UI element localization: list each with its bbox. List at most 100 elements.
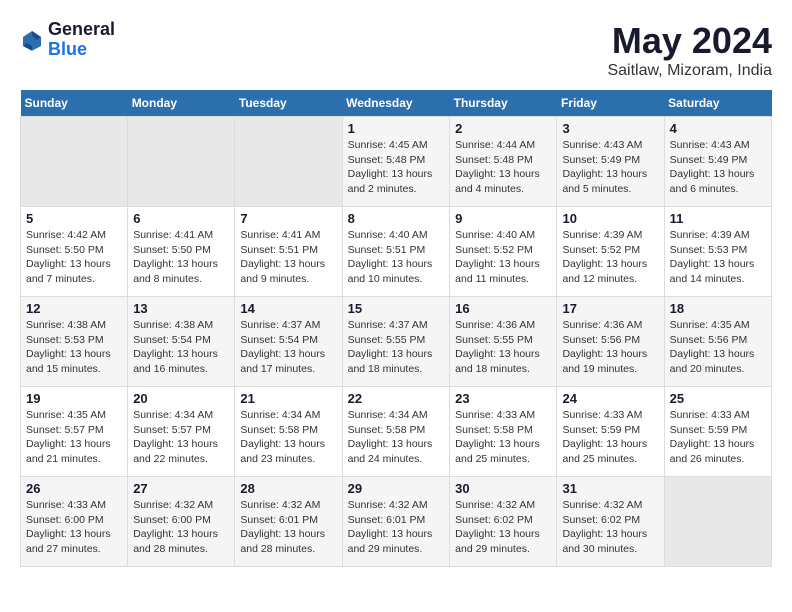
day-info: Sunrise: 4:36 AM Sunset: 5:56 PM Dayligh…: [562, 318, 658, 377]
day-info: Sunrise: 4:33 AM Sunset: 5:59 PM Dayligh…: [670, 408, 766, 467]
day-number: 1: [348, 121, 445, 136]
day-number: 11: [670, 211, 766, 226]
calendar-cell: 18 Sunrise: 4:35 AM Sunset: 5:56 PM Dayli…: [664, 297, 771, 387]
day-number: 23: [455, 391, 551, 406]
day-info: Sunrise: 4:34 AM Sunset: 5:57 PM Dayligh…: [133, 408, 229, 467]
calendar-cell: 30Sunrise: 4:32 AM Sunset: 6:02 PM Dayli…: [450, 477, 557, 567]
day-number: 10: [562, 211, 658, 226]
day-number: 27: [133, 481, 229, 496]
day-number: 19: [26, 391, 122, 406]
logo-icon: [20, 28, 44, 52]
day-number: 7: [240, 211, 336, 226]
calendar-cell: 14 Sunrise: 4:37 AM Sunset: 5:54 PM Dayli…: [235, 297, 342, 387]
calendar-cell: 17 Sunrise: 4:36 AM Sunset: 5:56 PM Dayli…: [557, 297, 664, 387]
calendar-cell: 19 Sunrise: 4:35 AM Sunset: 5:57 PM Dayli…: [21, 387, 128, 477]
weekday-header-thursday: Thursday: [450, 90, 557, 117]
page-header: General Blue May 2024 Saitlaw, Mizoram, …: [20, 20, 772, 80]
calendar-cell: 26 Sunrise: 4:33 AM Sunset: 6:00 PM Dayli…: [21, 477, 128, 567]
day-number: 24: [562, 391, 658, 406]
day-info: Sunrise: 4:35 AM Sunset: 5:57 PM Dayligh…: [26, 408, 122, 467]
calendar-cell: 24 Sunrise: 4:33 AM Sunset: 5:59 PM Dayli…: [557, 387, 664, 477]
calendar-cell: [128, 117, 235, 207]
day-info: Sunrise: 4:33 AM Sunset: 6:00 PM Dayligh…: [26, 498, 122, 557]
calendar-cell: 7 Sunrise: 4:41 AM Sunset: 5:51 PM Daylig…: [235, 207, 342, 297]
day-info: Sunrise: 4:44 AM Sunset: 5:48 PM Dayligh…: [455, 138, 551, 197]
calendar-cell: 6Sunrise: 4:41 AM Sunset: 5:50 PM Daylig…: [128, 207, 235, 297]
day-info: Sunrise: 4:36 AM Sunset: 5:55 PM Dayligh…: [455, 318, 551, 377]
day-number: 5: [26, 211, 122, 226]
weekday-header-wednesday: Wednesday: [342, 90, 450, 117]
day-info: Sunrise: 4:32 AM Sunset: 6:01 PM Dayligh…: [348, 498, 445, 557]
location: Saitlaw, Mizoram, India: [607, 62, 772, 80]
calendar-cell: 15 Sunrise: 4:37 AM Sunset: 5:55 PM Dayli…: [342, 297, 450, 387]
calendar-cell: 3Sunrise: 4:43 AM Sunset: 5:49 PM Daylig…: [557, 117, 664, 207]
day-number: 16: [455, 301, 551, 316]
calendar-cell: 20Sunrise: 4:34 AM Sunset: 5:57 PM Dayli…: [128, 387, 235, 477]
day-info: Sunrise: 4:37 AM Sunset: 5:55 PM Dayligh…: [348, 318, 445, 377]
day-number: 9: [455, 211, 551, 226]
day-number: 13: [133, 301, 229, 316]
calendar-cell: 22 Sunrise: 4:34 AM Sunset: 5:58 PM Dayli…: [342, 387, 450, 477]
day-number: 18: [670, 301, 766, 316]
calendar-cell: 27Sunrise: 4:32 AM Sunset: 6:00 PM Dayli…: [128, 477, 235, 567]
day-number: 29: [348, 481, 445, 496]
day-number: 4: [670, 121, 766, 136]
day-info: Sunrise: 4:34 AM Sunset: 5:58 PM Dayligh…: [240, 408, 336, 467]
calendar-cell: 29 Sunrise: 4:32 AM Sunset: 6:01 PM Dayli…: [342, 477, 450, 567]
day-info: Sunrise: 4:32 AM Sunset: 6:02 PM Dayligh…: [562, 498, 658, 557]
calendar-cell: 23 Sunrise: 4:33 AM Sunset: 5:58 PM Dayli…: [450, 387, 557, 477]
calendar-table: SundayMondayTuesdayWednesdayThursdayFrid…: [20, 90, 772, 567]
day-number: 15: [348, 301, 445, 316]
day-info: Sunrise: 4:37 AM Sunset: 5:54 PM Dayligh…: [240, 318, 336, 377]
day-info: Sunrise: 4:39 AM Sunset: 5:53 PM Dayligh…: [670, 228, 766, 287]
day-number: 22: [348, 391, 445, 406]
calendar-cell: [235, 117, 342, 207]
calendar-header: SundayMondayTuesdayWednesdayThursdayFrid…: [21, 90, 772, 117]
day-info: Sunrise: 4:41 AM Sunset: 5:50 PM Dayligh…: [133, 228, 229, 287]
day-info: Sunrise: 4:34 AM Sunset: 5:58 PM Dayligh…: [348, 408, 445, 467]
day-info: Sunrise: 4:42 AM Sunset: 5:50 PM Dayligh…: [26, 228, 122, 287]
day-info: Sunrise: 4:43 AM Sunset: 5:49 PM Dayligh…: [670, 138, 766, 197]
week-row-3: 12Sunrise: 4:38 AM Sunset: 5:53 PM Dayli…: [21, 297, 772, 387]
calendar-cell: 4 Sunrise: 4:43 AM Sunset: 5:49 PM Daylig…: [664, 117, 771, 207]
day-number: 12: [26, 301, 122, 316]
calendar-cell: 9Sunrise: 4:40 AM Sunset: 5:52 PM Daylig…: [450, 207, 557, 297]
calendar-cell: [664, 477, 771, 567]
day-number: 28: [240, 481, 336, 496]
weekday-header-sunday: Sunday: [21, 90, 128, 117]
day-info: Sunrise: 4:45 AM Sunset: 5:48 PM Dayligh…: [348, 138, 445, 197]
week-row-1: 1 Sunrise: 4:45 AM Sunset: 5:48 PM Daylig…: [21, 117, 772, 207]
day-number: 14: [240, 301, 336, 316]
logo-text: General Blue: [48, 20, 115, 60]
day-info: Sunrise: 4:32 AM Sunset: 6:01 PM Dayligh…: [240, 498, 336, 557]
day-info: Sunrise: 4:38 AM Sunset: 5:54 PM Dayligh…: [133, 318, 229, 377]
day-number: 26: [26, 481, 122, 496]
day-info: Sunrise: 4:35 AM Sunset: 5:56 PM Dayligh…: [670, 318, 766, 377]
calendar-cell: 11 Sunrise: 4:39 AM Sunset: 5:53 PM Dayli…: [664, 207, 771, 297]
month-year: May 2024: [607, 20, 772, 62]
week-row-4: 19 Sunrise: 4:35 AM Sunset: 5:57 PM Dayli…: [21, 387, 772, 477]
weekday-header-saturday: Saturday: [664, 90, 771, 117]
day-info: Sunrise: 4:39 AM Sunset: 5:52 PM Dayligh…: [562, 228, 658, 287]
week-row-2: 5 Sunrise: 4:42 AM Sunset: 5:50 PM Daylig…: [21, 207, 772, 297]
weekday-header-tuesday: Tuesday: [235, 90, 342, 117]
day-info: Sunrise: 4:33 AM Sunset: 5:58 PM Dayligh…: [455, 408, 551, 467]
calendar-cell: 2Sunrise: 4:44 AM Sunset: 5:48 PM Daylig…: [450, 117, 557, 207]
calendar-cell: 25 Sunrise: 4:33 AM Sunset: 5:59 PM Dayli…: [664, 387, 771, 477]
day-info: Sunrise: 4:40 AM Sunset: 5:51 PM Dayligh…: [348, 228, 445, 287]
day-number: 21: [240, 391, 336, 406]
day-number: 3: [562, 121, 658, 136]
day-number: 25: [670, 391, 766, 406]
week-row-5: 26 Sunrise: 4:33 AM Sunset: 6:00 PM Dayli…: [21, 477, 772, 567]
calendar-cell: 31 Sunrise: 4:32 AM Sunset: 6:02 PM Dayli…: [557, 477, 664, 567]
day-info: Sunrise: 4:41 AM Sunset: 5:51 PM Dayligh…: [240, 228, 336, 287]
day-number: 17: [562, 301, 658, 316]
day-number: 31: [562, 481, 658, 496]
weekday-header-friday: Friday: [557, 90, 664, 117]
calendar-cell: 10 Sunrise: 4:39 AM Sunset: 5:52 PM Dayli…: [557, 207, 664, 297]
day-info: Sunrise: 4:32 AM Sunset: 6:02 PM Dayligh…: [455, 498, 551, 557]
calendar-cell: 1 Sunrise: 4:45 AM Sunset: 5:48 PM Daylig…: [342, 117, 450, 207]
calendar-cell: 16 Sunrise: 4:36 AM Sunset: 5:55 PM Dayli…: [450, 297, 557, 387]
calendar-cell: [21, 117, 128, 207]
day-info: Sunrise: 4:33 AM Sunset: 5:59 PM Dayligh…: [562, 408, 658, 467]
